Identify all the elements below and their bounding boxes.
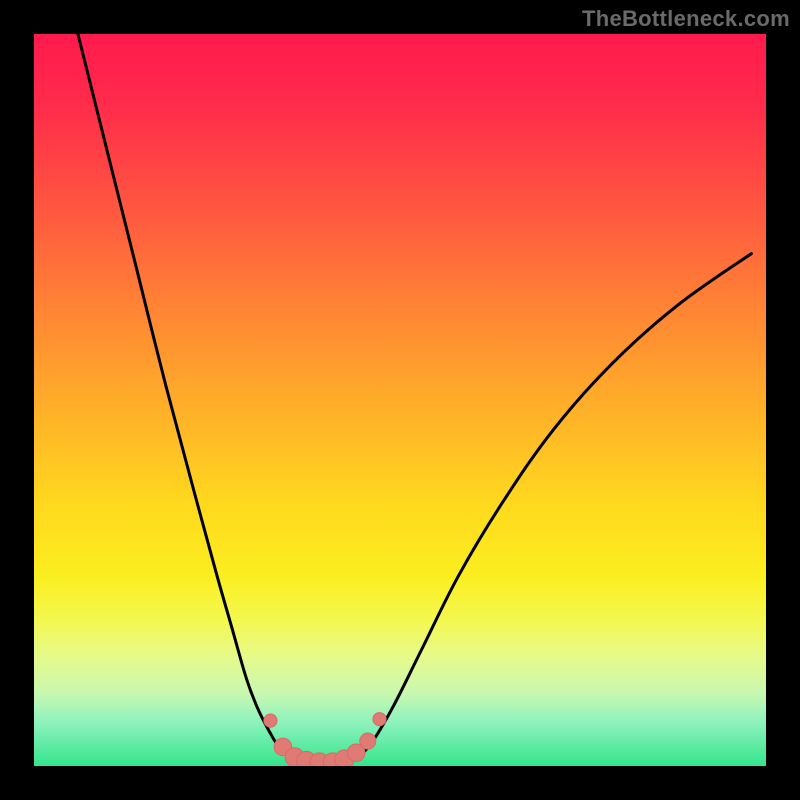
marker-dot xyxy=(373,713,386,726)
marker-cluster xyxy=(264,713,386,766)
marker-dot xyxy=(360,733,376,749)
watermark-text: TheBottleneck.com xyxy=(582,6,790,32)
curve-layer xyxy=(34,34,766,766)
outer-frame: TheBottleneck.com xyxy=(0,0,800,800)
curve-right xyxy=(356,254,751,759)
curve-left xyxy=(78,34,290,759)
marker-dot xyxy=(264,714,277,727)
plot-area xyxy=(34,34,766,766)
